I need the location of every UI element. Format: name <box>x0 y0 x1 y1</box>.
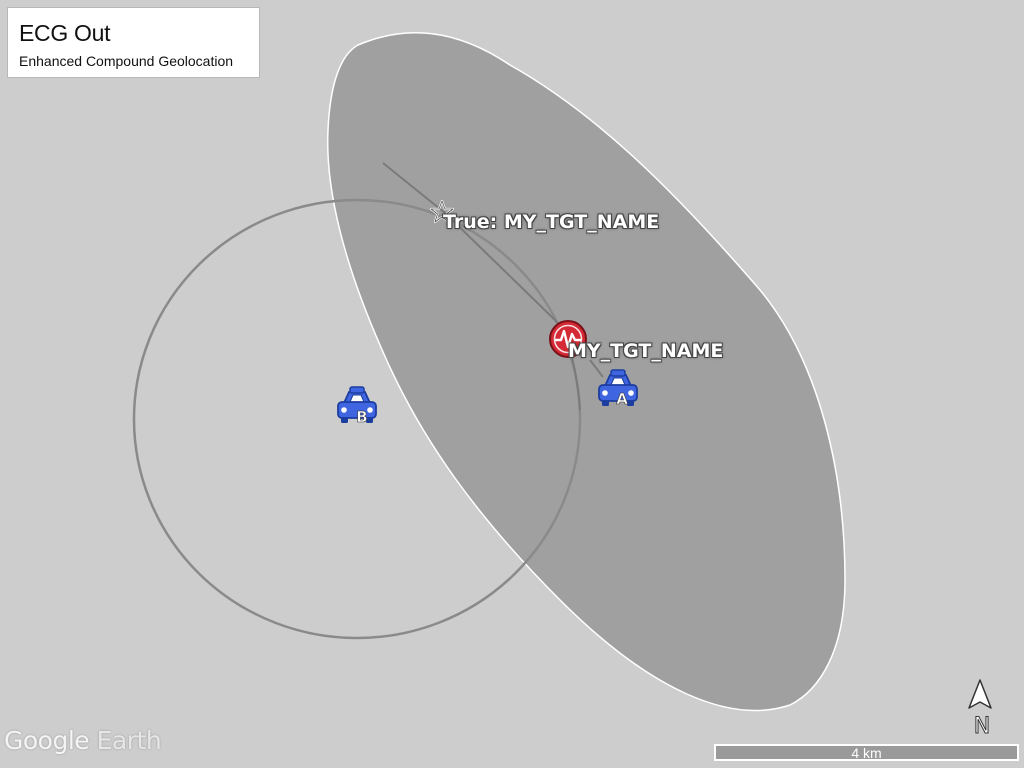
legend-subtitle: Enhanced Compound Geolocation <box>19 53 234 69</box>
true-target-label: True: MY_TGT_NAME <box>443 211 660 233</box>
legend-box: ECG Out Enhanced Compound Geolocation <box>7 7 260 78</box>
error-ellipse <box>326 32 846 712</box>
compass-letter: N <box>974 714 990 738</box>
legend-title: ECG Out <box>19 20 111 46</box>
google-earth-logo: Google Earth <box>4 726 162 755</box>
car-icon[interactable]: A <box>595 368 641 410</box>
watermark-part2: Earth <box>89 726 162 755</box>
estimated-target-label: MY_TGT_NAME <box>568 340 724 362</box>
north-arrow-icon[interactable]: N <box>964 678 996 738</box>
sensor-b-letter: B <box>356 408 367 426</box>
car-icon[interactable]: B <box>334 385 380 427</box>
scale-bar: 4 km <box>714 744 1019 761</box>
map-canvas[interactable] <box>0 0 1024 768</box>
scale-label: 4 km <box>851 745 882 761</box>
watermark-part1: Google <box>4 726 90 755</box>
sensor-a-letter: A <box>616 390 628 408</box>
